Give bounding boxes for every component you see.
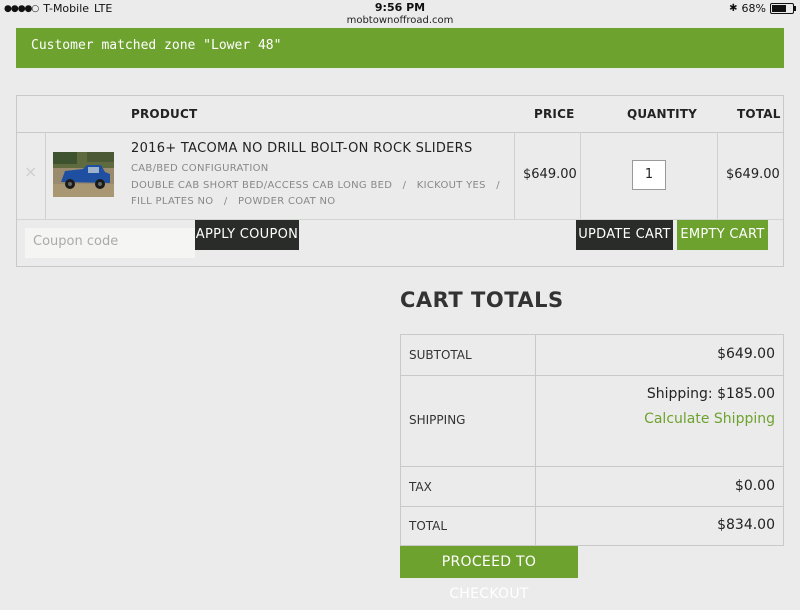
address-bar-url[interactable]: mobtownoffroad.com — [0, 15, 800, 26]
cart-table-header: PRODUCT PRICE QUANTITY TOTAL — [17, 96, 783, 133]
header-total: TOTAL — [737, 107, 781, 121]
status-bar: ●●●●○ T-Mobile LTE 9:56 PM mobtownoffroa… — [0, 0, 800, 28]
apply-coupon-button[interactable]: APPLY COUPON — [195, 220, 299, 250]
header-quantity: QUANTITY — [627, 107, 698, 121]
tax-row: TAX $0.00 — [401, 467, 783, 507]
shipping-row: SHIPPING Shipping: $185.00 Calculate Shi… — [401, 376, 783, 467]
header-price: PRICE — [534, 107, 575, 121]
item-price: $649.00 — [523, 167, 577, 182]
order-total-label: TOTAL — [409, 519, 448, 533]
cart-table: PRODUCT PRICE QUANTITY TOTAL × 2016+ TAC… — [16, 95, 784, 267]
cart-item-row: × 2016+ TACOMA NO DRILL BOLT-ON ROCK SLI… — [17, 132, 783, 220]
zone-notice: Customer matched zone "Lower 48" — [16, 28, 784, 68]
subtotal-label: SUBTOTAL — [409, 348, 472, 362]
order-total-value: $834.00 — [717, 517, 775, 533]
item-total: $649.00 — [726, 167, 780, 182]
empty-cart-button[interactable]: EMPTY CART — [677, 220, 768, 250]
cart-totals-title: CART TOTALS — [400, 288, 564, 312]
zone-notice-text: Customer matched zone "Lower 48" — [31, 38, 282, 53]
subtotal-row: SUBTOTAL $649.00 — [401, 335, 783, 376]
coupon-input[interactable]: Coupon code — [25, 228, 195, 258]
battery-icon — [770, 3, 796, 14]
tax-label: TAX — [409, 480, 432, 494]
order-total-row: TOTAL $834.00 — [401, 507, 783, 545]
cart-totals-table: SUBTOTAL $649.00 SHIPPING Shipping: $185… — [400, 334, 784, 546]
proceed-to-checkout-button[interactable]: PROCEED TO CHECKOUT — [400, 546, 578, 602]
battery-info: ✱ 68% — [729, 2, 796, 15]
product-thumbnail[interactable] — [53, 152, 114, 197]
clock: 9:56 PM — [374, 1, 426, 14]
product-meta-option: CAB/BED CONFIGURATION — [131, 163, 269, 174]
subtotal-value: $649.00 — [717, 346, 775, 362]
product-name-link[interactable]: 2016+ TACOMA NO DRILL BOLT-ON ROCK SLIDE… — [131, 141, 473, 156]
quantity-input[interactable]: 1 — [632, 160, 666, 190]
cart-actions: Coupon code APPLY COUPON UPDATE CART EMP… — [17, 220, 783, 266]
update-cart-button[interactable]: UPDATE CART — [576, 220, 673, 250]
bluetooth-icon: ✱ — [729, 3, 738, 14]
calculate-shipping-link[interactable]: Calculate Shipping — [644, 411, 775, 427]
product-meta-values-2: FILL PLATES NO / POWDER COAT NO — [131, 196, 336, 207]
product-meta-values: DOUBLE CAB SHORT BED/ACCESS CAB LONG BED… — [131, 180, 500, 191]
remove-item-icon[interactable]: × — [24, 162, 37, 181]
header-product: PRODUCT — [131, 107, 198, 121]
shipping-label: SHIPPING — [409, 413, 466, 427]
tax-value: $0.00 — [734, 478, 775, 494]
battery-percent: 68% — [741, 2, 766, 15]
shipping-value: Shipping: $185.00 — [646, 386, 775, 402]
